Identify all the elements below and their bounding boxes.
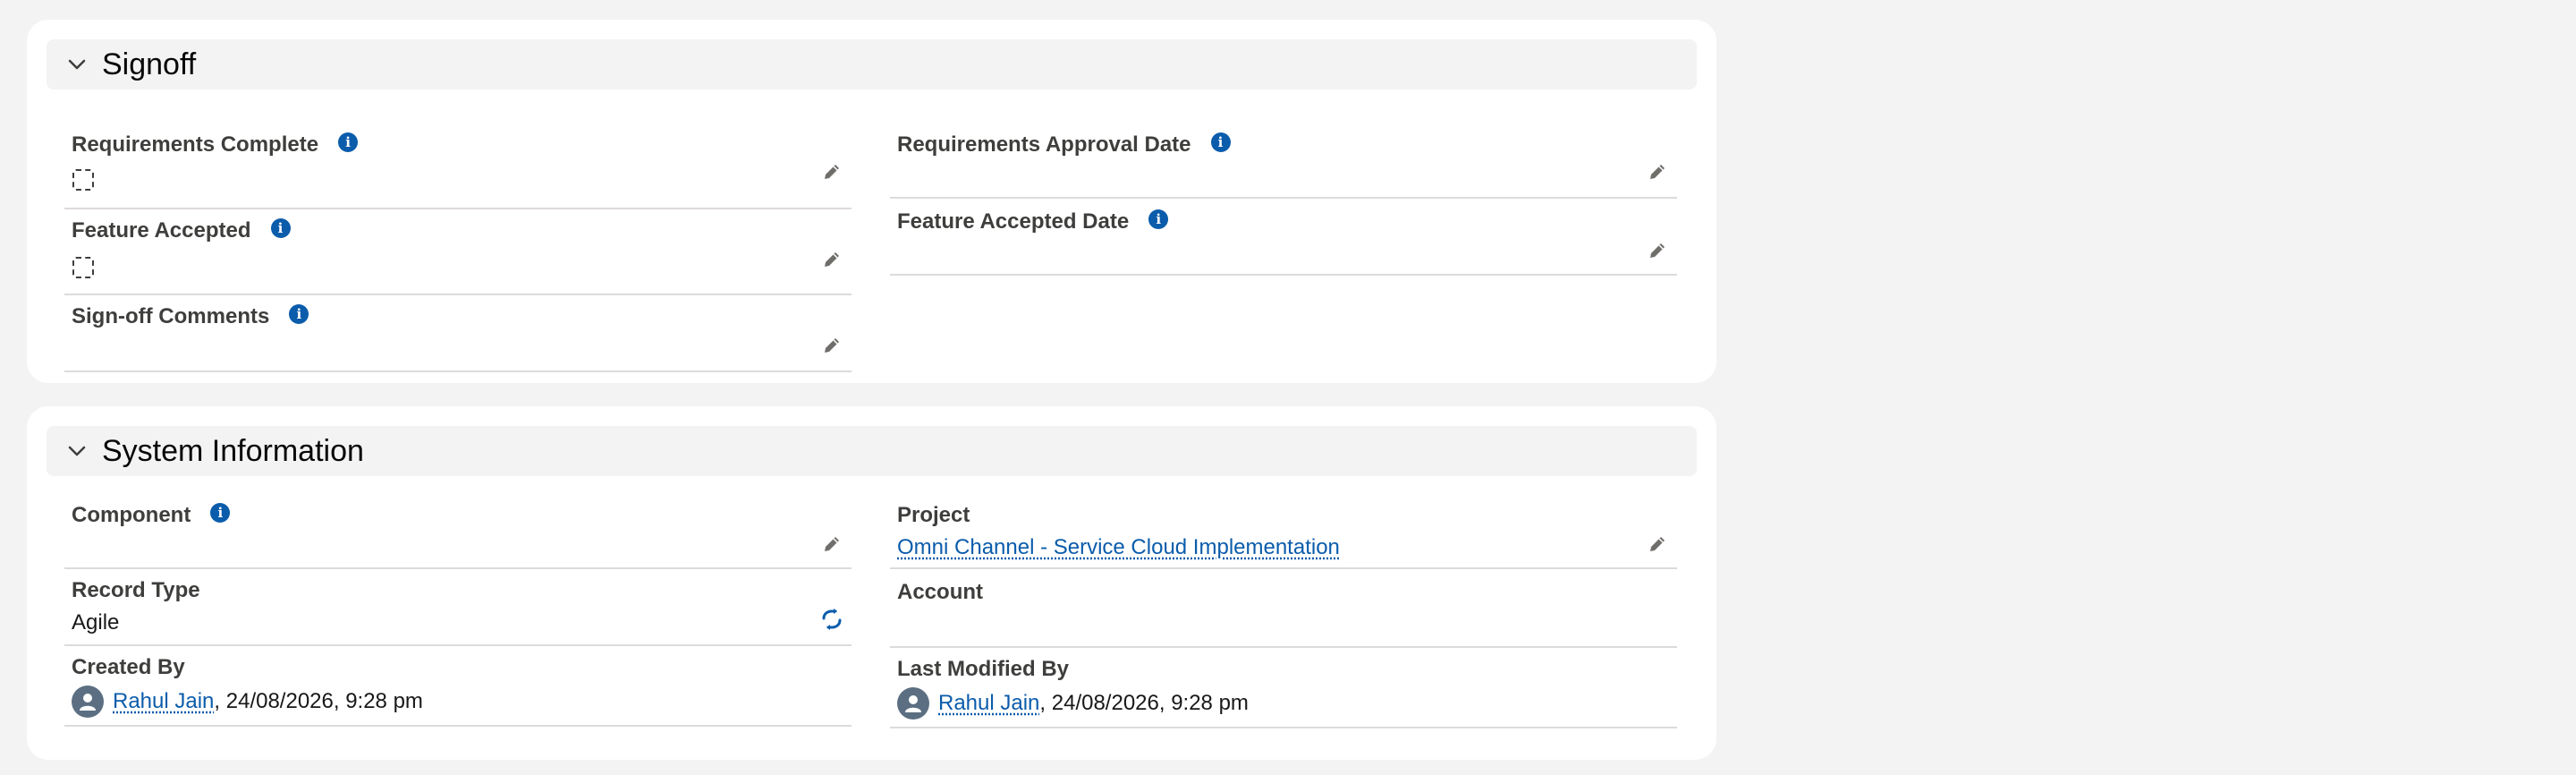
requirements-complete-checkbox bbox=[72, 169, 94, 191]
record-type-value: Agile bbox=[72, 610, 120, 634]
change-record-type-icon[interactable] bbox=[819, 607, 844, 632]
pencil-icon[interactable] bbox=[819, 333, 844, 358]
account-field: Account bbox=[890, 569, 1677, 648]
record-type-field: Record Type Agile bbox=[64, 569, 852, 646]
created-by-value: Rahul Jain , 24/08/2026, 9:28 pm bbox=[72, 686, 423, 718]
pencil-icon[interactable] bbox=[819, 159, 844, 184]
info-icon[interactable]: i bbox=[270, 218, 291, 238]
signoff-comments-field: Sign-off Comments i bbox=[64, 295, 852, 372]
requirements-approval-date-label-group: Requirements Approval Date i bbox=[897, 132, 1231, 158]
feature-accepted-label-group: Feature Accepted i bbox=[72, 218, 291, 243]
created-by-timestamp: , 24/08/2026, 9:28 pm bbox=[214, 689, 423, 713]
signoff-section-header[interactable]: Signoff bbox=[47, 39, 1697, 89]
feature-accepted-date-label: Feature Accepted Date bbox=[897, 209, 1130, 234]
requirements-approval-date-label: Requirements Approval Date bbox=[897, 132, 1191, 157]
feature-accepted-date-field: Feature Accepted Date i bbox=[890, 199, 1677, 276]
chevron-down-icon[interactable] bbox=[63, 50, 91, 79]
component-label-group: Component i bbox=[72, 503, 231, 528]
project-value: Omni Channel - Service Cloud Implementat… bbox=[897, 535, 1340, 560]
last-modified-by-field: Last Modified By Rahul Jain , 24/08/2026… bbox=[890, 648, 1677, 728]
info-icon[interactable]: i bbox=[1210, 132, 1231, 152]
project-field: Project Omni Channel - Service Cloud Imp… bbox=[890, 494, 1677, 569]
pencil-icon[interactable] bbox=[819, 532, 844, 557]
info-icon[interactable]: i bbox=[338, 132, 359, 152]
signoff-section-title: Signoff bbox=[102, 47, 197, 81]
feature-accepted-date-label-group: Feature Accepted Date i bbox=[897, 209, 1169, 234]
info-icon[interactable]: i bbox=[1148, 209, 1169, 229]
requirements-complete-field: Requirements Complete i bbox=[64, 107, 852, 209]
system-information-section-header[interactable]: System Information bbox=[47, 426, 1697, 476]
pencil-icon[interactable] bbox=[1645, 532, 1670, 557]
record-type-label: Record Type bbox=[72, 578, 200, 602]
info-icon[interactable]: i bbox=[289, 304, 309, 324]
info-icon[interactable]: i bbox=[210, 503, 231, 523]
account-label: Account bbox=[897, 580, 983, 604]
component-field: Component i bbox=[64, 494, 852, 569]
pencil-icon[interactable] bbox=[819, 247, 844, 272]
project-label: Project bbox=[897, 503, 970, 527]
requirements-approval-date-field: Requirements Approval Date i bbox=[890, 107, 1677, 199]
requirements-complete-label-group: Requirements Complete i bbox=[72, 132, 359, 158]
user-avatar-icon bbox=[897, 687, 929, 720]
last-modified-by-value: Rahul Jain , 24/08/2026, 9:28 pm bbox=[897, 687, 1249, 720]
created-by-field: Created By Rahul Jain , 24/08/2026, 9:28… bbox=[64, 646, 852, 727]
feature-accepted-checkbox bbox=[72, 257, 94, 278]
system-information-section-card: System Information Component i Project O… bbox=[27, 406, 1716, 760]
last-modified-by-label: Last Modified By bbox=[897, 657, 1070, 681]
signoff-section-card: Signoff Requirements Complete i Requirem… bbox=[27, 20, 1716, 383]
last-modified-by-user-link[interactable]: Rahul Jain bbox=[938, 691, 1039, 716]
last-modified-by-timestamp: , 24/08/2026, 9:28 pm bbox=[1039, 691, 1249, 715]
feature-accepted-field: Feature Accepted i bbox=[64, 209, 852, 295]
pencil-icon[interactable] bbox=[1645, 238, 1670, 263]
signoff-comments-label: Sign-off Comments bbox=[72, 304, 270, 328]
project-link[interactable]: Omni Channel - Service Cloud Implementat… bbox=[897, 535, 1340, 560]
signoff-comments-label-group: Sign-off Comments i bbox=[72, 304, 309, 329]
user-avatar-icon bbox=[72, 686, 104, 718]
created-by-label: Created By bbox=[72, 655, 185, 679]
chevron-down-icon[interactable] bbox=[63, 437, 91, 465]
system-information-section-title: System Information bbox=[102, 433, 364, 468]
created-by-user-link[interactable]: Rahul Jain bbox=[113, 689, 214, 714]
component-label: Component bbox=[72, 503, 191, 527]
feature-accepted-label: Feature Accepted bbox=[72, 218, 251, 243]
pencil-icon[interactable] bbox=[1645, 159, 1670, 184]
requirements-complete-label: Requirements Complete bbox=[72, 132, 319, 157]
